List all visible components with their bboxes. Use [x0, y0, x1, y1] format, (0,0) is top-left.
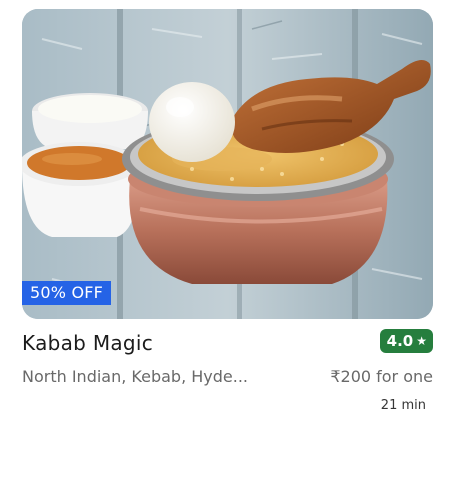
biryani-dish-photo [22, 9, 433, 319]
restaurant-card[interactable]: 50% OFF Kabab Magic 4.0 ★ North Indian, … [0, 0, 453, 482]
rating-badge: 4.0 ★ [379, 329, 433, 353]
offer-badge: 50% OFF [22, 281, 112, 305]
cuisine-list: North Indian, Kebab, Hyde... [22, 367, 248, 386]
delivery-time: 21 min [380, 398, 426, 413]
price-for-one: ₹200 for one [330, 367, 433, 386]
restaurant-name[interactable]: Kabab Magic [22, 330, 153, 356]
rating-value: 4.0 [386, 332, 414, 350]
star-icon: ★ [416, 334, 427, 348]
restaurant-image[interactable] [22, 9, 433, 319]
